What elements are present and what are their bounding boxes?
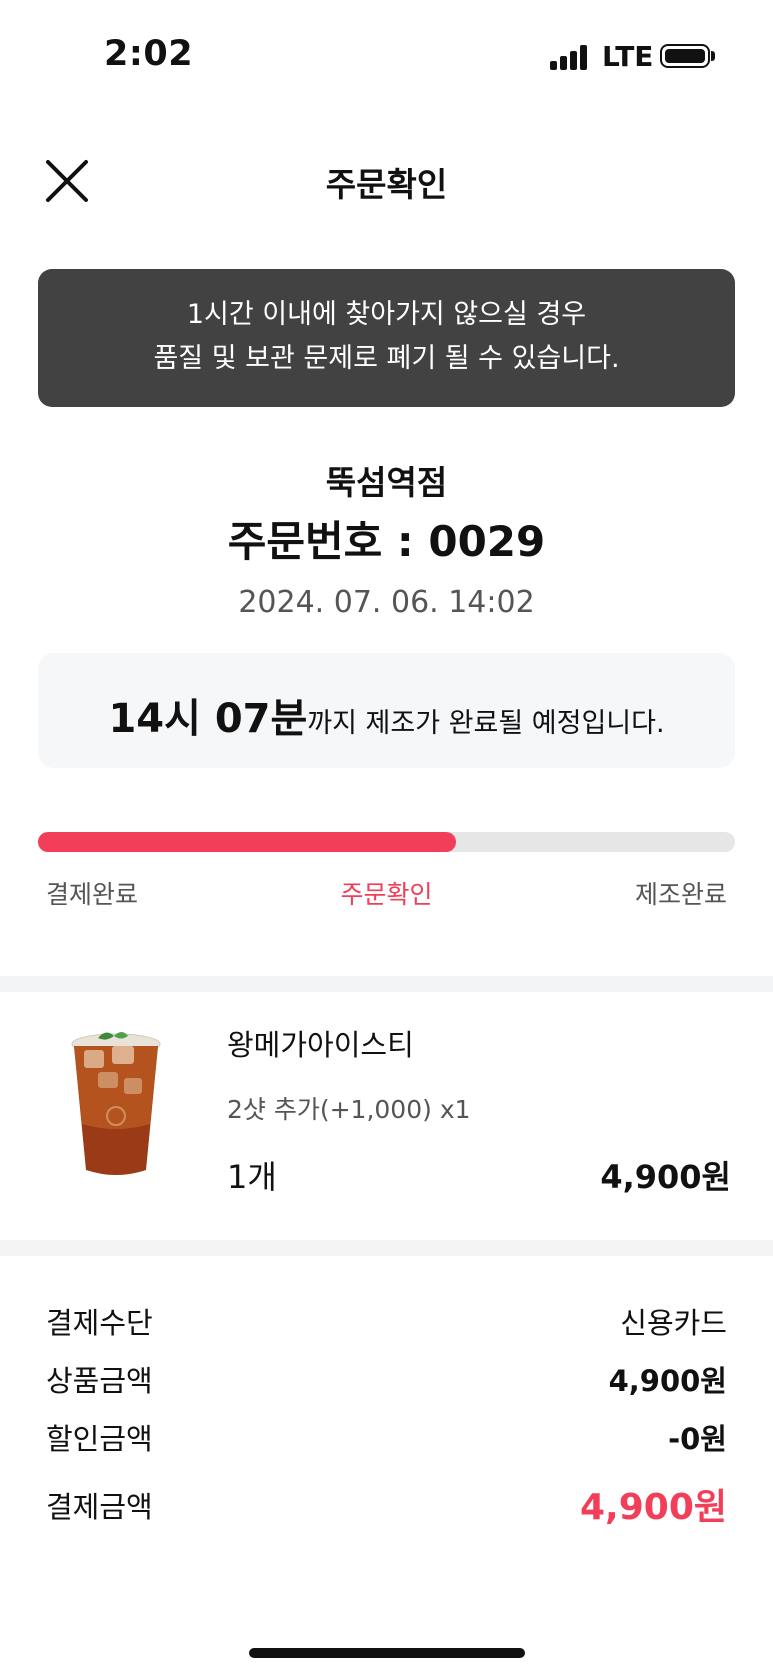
product-option: 2샷 추가(+1,000) x1 [227,1095,471,1124]
progress-bar [38,832,735,852]
section-divider [0,976,773,992]
eta-text: 까지 제조가 완료될 예정입니다. [307,708,665,739]
total-amount-value: 4,900원 [580,1487,727,1528]
order-number: 주문번호 : 0029 [227,517,546,566]
notice-line-1: 1시간 이내에 찾아가지 않으실 경우 [186,299,587,330]
step-preparation-complete: 제조완료 [634,880,727,909]
product-quantity: 1개 [227,1158,277,1196]
notice-line-2: 품질 및 보관 문제로 폐기 될 수 있습니다. [153,343,620,374]
eta-time: 14시 07분 [108,696,308,742]
payment-method-value: 신용카드 [620,1306,727,1340]
discount-amount-label: 할인금액 [46,1422,153,1456]
network-label: LTE [602,40,654,73]
status-time: 2:02 [104,34,194,74]
total-amount-label: 결제금액 [46,1490,153,1524]
page-title: 주문확인 [325,165,448,204]
section-divider [0,1240,773,1256]
product-price: 4,900원 [600,1158,731,1196]
battery-tip [711,51,715,61]
progress-fill [38,832,457,852]
notice-banner: 1시간 이내에 찾아가지 않으실 경우 품질 및 보관 문제로 폐기 될 수 있… [38,269,735,407]
eta-message: 14시 07분까지 제조가 완료될 예정입니다. [38,686,735,744]
payment-method-label: 결제수단 [46,1306,153,1340]
store-name: 뚝섬역점 [325,463,448,502]
product-amount-value: 4,900원 [608,1364,727,1398]
order-datetime: 2024. 07. 06. 14:02 [238,585,535,620]
iced-tea-cup-icon [68,1024,164,1180]
signal-icon [550,44,590,70]
home-indicator [249,1648,525,1658]
product-name: 왕메가아이스티 [227,1028,414,1062]
product-amount-label: 상품금액 [46,1364,153,1398]
battery-icon [660,44,710,68]
discount-amount-value: -0원 [668,1422,727,1456]
